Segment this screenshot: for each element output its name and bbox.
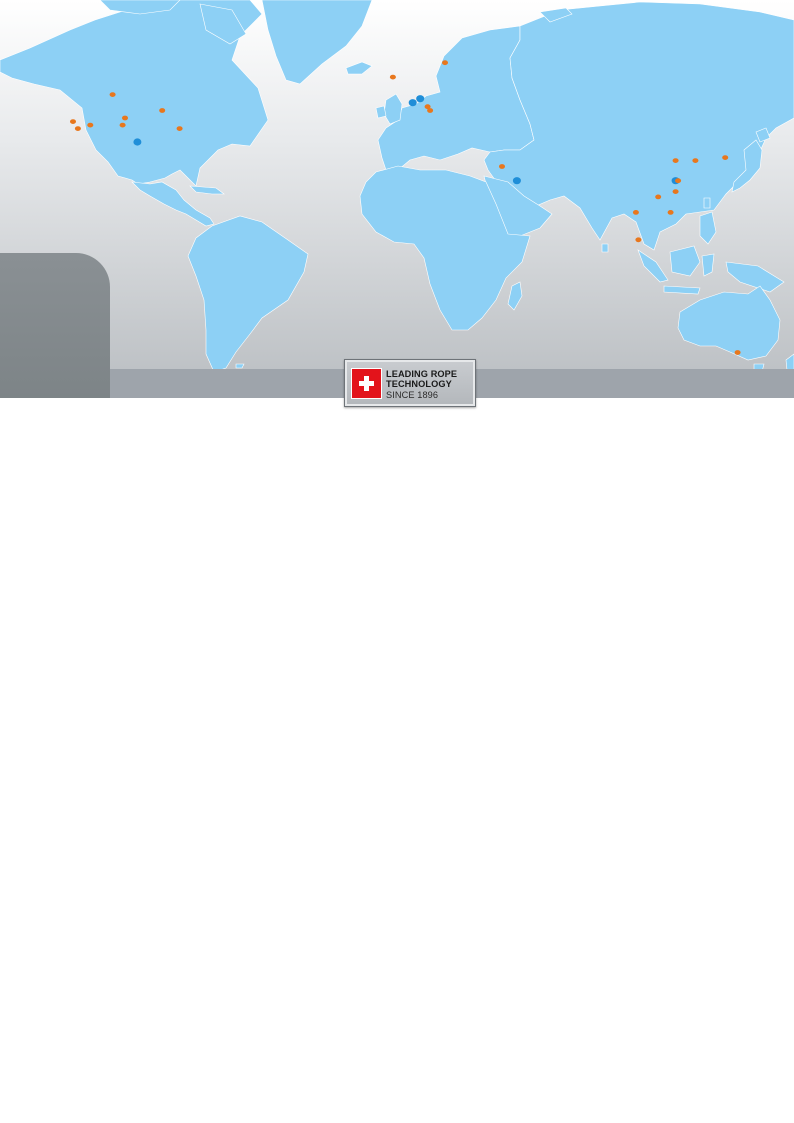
location-marker (692, 158, 699, 164)
location-marker (87, 122, 94, 128)
location-marker (672, 158, 679, 164)
location-marker (70, 119, 76, 124)
location-marker (655, 194, 662, 200)
world-map-svg (0, 0, 794, 398)
location-marker (442, 60, 448, 66)
location-marker (499, 164, 505, 169)
headquarters-marker (133, 138, 142, 146)
headquarters-marker (416, 95, 425, 103)
location-marker (734, 350, 741, 355)
location-marker (635, 237, 642, 243)
swiss-cross-icon (351, 368, 382, 399)
taiwan (703, 197, 711, 209)
side-panel (0, 253, 110, 398)
leading-rope-technology-badge: LEADING ROPE TECHNOLOGY SINCE 1896 (344, 359, 476, 407)
ireland (375, 105, 387, 119)
location-marker (672, 189, 679, 195)
location-marker (427, 108, 434, 113)
location-marker (632, 210, 639, 215)
headquarters-marker (512, 177, 521, 185)
world-map (0, 0, 794, 398)
location-marker (389, 74, 396, 80)
location-marker (176, 126, 183, 131)
badge-line-2: TECHNOLOGY (386, 379, 452, 389)
location-marker (74, 126, 81, 131)
location-marker (667, 210, 674, 215)
headquarters-marker (408, 99, 417, 107)
location-marker (119, 122, 126, 128)
sri-lanka (601, 243, 609, 253)
badge-line-1: LEADING ROPE (386, 369, 458, 379)
location-marker (159, 108, 166, 113)
location-marker (675, 178, 682, 184)
location-marker (109, 92, 116, 97)
location-marker (122, 115, 128, 121)
location-marker (722, 155, 729, 161)
badge-line-3: SINCE 1896 (386, 390, 439, 400)
